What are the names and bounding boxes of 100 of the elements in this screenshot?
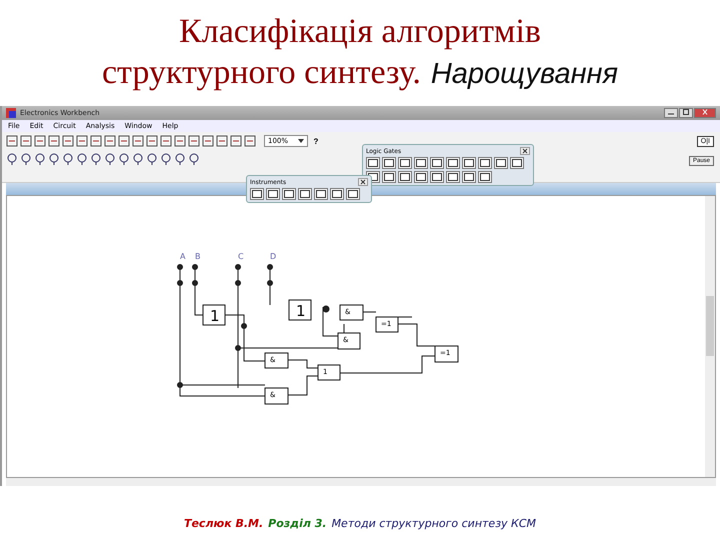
tool-icon [146,135,158,147]
toolbar-button[interactable] [132,134,144,148]
gate-button[interactable] [398,157,412,169]
instrument-button[interactable] [298,188,312,200]
maximize-button[interactable] [679,108,693,118]
toolbar-button[interactable] [20,152,32,166]
chip-button[interactable] [382,171,396,183]
component-icon [90,153,102,165]
gate-button[interactable] [430,157,444,169]
component-icon [188,153,200,165]
instrument-button[interactable] [330,188,344,200]
maximize-icon [682,109,690,115]
toolbar-button[interactable] [104,134,116,148]
toolbar-button[interactable] [118,134,130,148]
toolbar-button[interactable] [62,152,74,166]
close-icon [701,109,709,115]
toolbar-button[interactable] [174,152,186,166]
toolbar-button[interactable] [90,152,102,166]
toolbar-button[interactable] [174,134,186,148]
input-label: B [195,252,200,261]
gate-label: 1 [296,302,306,320]
toolbar-button[interactable] [216,134,228,148]
component-icon [62,153,74,165]
gate-label: 1 [210,307,220,325]
instrument-button[interactable] [282,188,296,200]
gate-button[interactable] [382,157,396,169]
chip-button[interactable] [478,171,492,183]
tool-icon [20,135,32,147]
toolbar-button[interactable] [188,152,200,166]
gate-button[interactable] [366,157,380,169]
chip-button[interactable] [430,171,444,183]
dropdown-arrow-icon [298,139,304,143]
slide-subtitle: Нарощування [430,56,618,92]
toolbar-button[interactable] [146,134,158,148]
toolbar-button[interactable] [202,134,214,148]
gate-button[interactable] [510,157,524,169]
toolbar-button[interactable] [34,134,46,148]
instrument-button[interactable] [346,188,360,200]
toolbar-button[interactable] [160,134,172,148]
tool-icon [132,135,144,147]
toolbar-button[interactable] [230,134,242,148]
chip-button[interactable] [446,171,460,183]
footer-text: Розділ 3. [268,516,327,530]
toolbar-button[interactable] [34,152,46,166]
toolbar-button[interactable] [76,152,88,166]
instrument-button[interactable] [314,188,328,200]
tool-icon [118,135,130,147]
tool-icon [6,135,18,147]
toolbar-button[interactable] [146,152,158,166]
toolbar-button[interactable] [48,134,60,148]
toolbar-button[interactable] [160,152,172,166]
component-icon [6,153,18,165]
tool-icon [216,135,228,147]
tool-icon [202,135,214,147]
toolbar-button[interactable] [90,134,102,148]
toolbar-button[interactable] [188,134,200,148]
toolbar-button[interactable] [104,152,116,166]
close-button[interactable] [520,147,530,155]
gate-button[interactable] [446,157,460,169]
toolbar-button[interactable] [6,134,18,148]
toolbar-button[interactable] [76,134,88,148]
close-button[interactable] [358,178,368,186]
chip-button[interactable] [462,171,476,183]
component-icon [174,153,186,165]
tool-icon [48,135,60,147]
input-label: A [180,252,186,261]
gate-button[interactable] [494,157,508,169]
close-icon [360,179,366,185]
gate-button[interactable] [414,157,428,169]
chip-button[interactable] [414,171,428,183]
slide-title: Класифікація алгоритмів [179,12,541,52]
instrument-button[interactable] [250,188,264,200]
help-button[interactable]: ? [310,134,322,148]
toolbar-button[interactable] [244,134,256,148]
tool-icon [244,135,256,147]
gate-button[interactable] [478,157,492,169]
input-label: D [270,252,276,261]
slide-title: структурного синтезу. [102,52,421,92]
gate-button[interactable] [462,157,476,169]
toolbar-button[interactable] [118,152,130,166]
component-icon [118,153,130,165]
tool-icon [174,135,186,147]
close-icon [522,148,528,154]
toolbar-button[interactable] [20,134,32,148]
component-icon [146,153,158,165]
component-icon [20,153,32,165]
scroll-bar[interactable] [705,196,715,477]
minimize-button[interactable] [664,108,678,118]
toolbar-button[interactable] [6,152,18,166]
tool-icon [34,135,46,147]
toolbar-button[interactable] [132,152,144,166]
input-label: C [238,252,244,261]
toolbar-button[interactable] [48,152,60,166]
instrument-button[interactable] [266,188,280,200]
scroll-thumb[interactable] [706,296,714,356]
scroll-bar[interactable] [6,478,716,486]
tool-icon [230,135,242,147]
component-icon [34,153,46,165]
toolbar-button[interactable] [62,134,74,148]
chip-button[interactable] [398,171,412,183]
